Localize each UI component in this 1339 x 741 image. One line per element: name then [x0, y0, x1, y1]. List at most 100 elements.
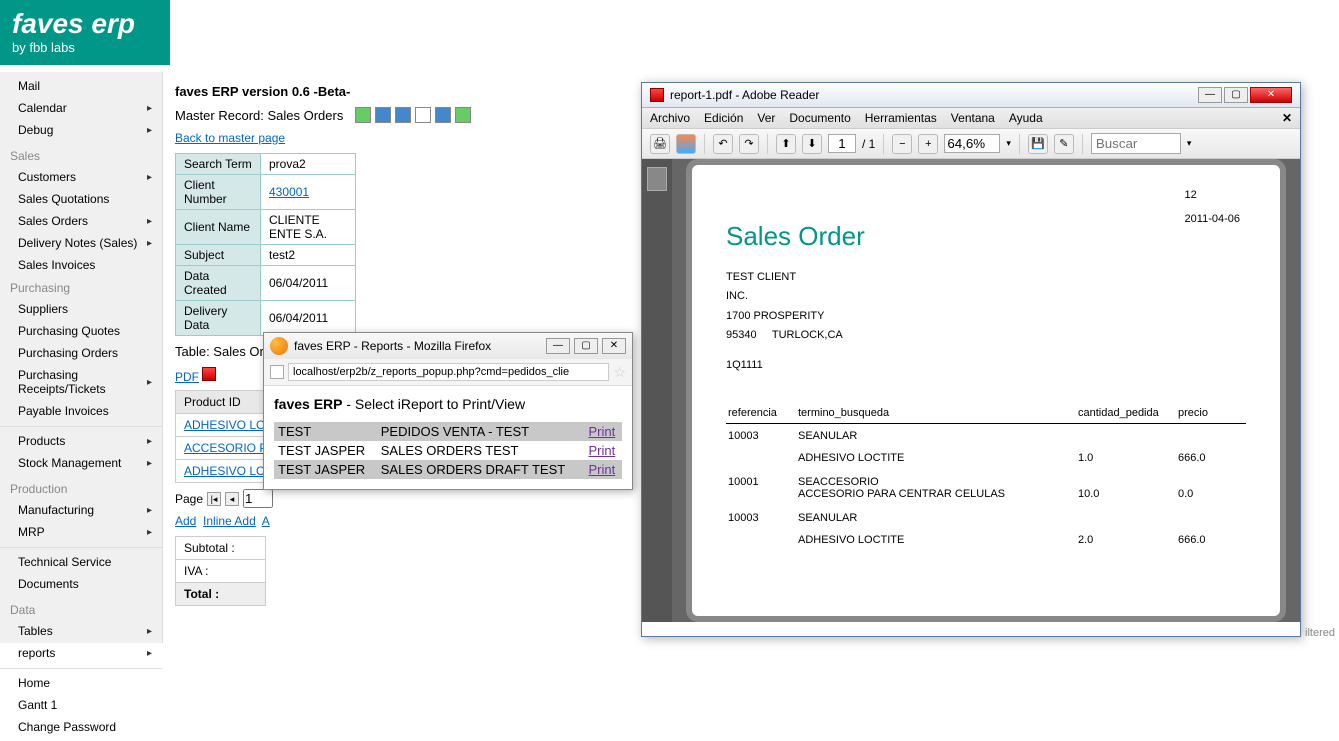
filtered-label: iltered	[1305, 627, 1335, 639]
menu-mrp[interactable]: MRP▸	[0, 521, 162, 543]
menu-manufacturing[interactable]: Manufacturing▸	[0, 499, 162, 521]
adobe-titlebar[interactable]: report-1.pdf - Adobe Reader — ▢ ✕	[642, 83, 1300, 108]
collab-icon[interactable]	[676, 134, 696, 154]
search-input[interactable]	[1091, 133, 1181, 154]
menu-stock[interactable]: Stock Management▸	[0, 452, 162, 474]
pager-input[interactable]	[243, 489, 273, 508]
menu-suppliers[interactable]: Suppliers	[0, 298, 162, 320]
menu-sales-invoices[interactable]: Sales Invoices	[0, 254, 162, 276]
firefox-title: faves ERP - Reports - Mozilla Firefox	[294, 339, 491, 353]
addr-line: 95340 TURLOCK,CA	[726, 328, 1246, 343]
menu-mail[interactable]: Mail	[0, 75, 162, 97]
menu-change-password[interactable]: Change Password	[0, 716, 162, 738]
page-down-icon[interactable]: ⬇	[802, 134, 822, 154]
menu-delivery-notes[interactable]: Delivery Notes (Sales)▸	[0, 232, 162, 254]
toolbar-icon[interactable]	[455, 107, 471, 123]
menu-tables[interactable]: Tables▸	[0, 620, 162, 642]
firefox-titlebar[interactable]: faves ERP - Reports - Mozilla Firefox — …	[264, 333, 632, 359]
heading-sales: Sales	[0, 144, 162, 166]
doc-title: Sales Order	[726, 221, 1246, 252]
menu-technical-service[interactable]: Technical Service	[0, 551, 162, 573]
a-link[interactable]: A	[262, 514, 270, 528]
toolbar-icon[interactable]	[435, 107, 451, 123]
report-table: TESTPEDIDOS VENTA - TESTPrint TEST JASPE…	[274, 422, 622, 479]
doc-close-icon[interactable]: ✕	[1282, 111, 1292, 125]
menu-customers[interactable]: Customers▸	[0, 166, 162, 188]
print-link[interactable]: Print	[585, 441, 623, 460]
logo-box: faves erp by fbb labs	[0, 0, 170, 65]
next-view-icon[interactable]: ↷	[739, 134, 759, 154]
toolbar-icon[interactable]	[375, 107, 391, 123]
client-number-link[interactable]: 430001	[269, 185, 309, 199]
chevron-right-icon: ▸	[147, 125, 152, 136]
print-link[interactable]: Print	[585, 460, 623, 479]
minimize-button[interactable]: —	[546, 338, 570, 354]
bookmark-icon[interactable]: ☆	[613, 364, 626, 381]
pager-prev[interactable]: ◂	[225, 492, 239, 506]
menu-ventana[interactable]: Ventana	[951, 111, 995, 125]
menu-archivo[interactable]: Archivo	[650, 111, 690, 125]
menu-purchasing-receipts[interactable]: Purchasing Receipts/Tickets▸	[0, 364, 162, 400]
addr-line: TEST CLIENT	[726, 270, 1246, 285]
save-icon[interactable]: 💾	[1028, 134, 1048, 154]
toolbar-icon[interactable]	[395, 107, 411, 123]
menu-herramientas[interactable]: Herramientas	[865, 111, 937, 125]
menu-purchasing-quotes[interactable]: Purchasing Quotes	[0, 320, 162, 342]
zoom-out-icon[interactable]: −	[892, 134, 912, 154]
pages-panel-icon[interactable]	[647, 167, 667, 191]
addr-line: INC.	[726, 289, 1246, 304]
doc-ref: 1Q1111	[726, 358, 1246, 373]
add-link[interactable]: Add	[175, 514, 196, 528]
page-icon	[270, 365, 284, 379]
print-icon[interactable]: 🖨	[650, 134, 670, 154]
zoom-input[interactable]	[944, 134, 1000, 153]
menu-calendar[interactable]: Calendar▸	[0, 97, 162, 119]
sign-icon[interactable]: ✎	[1054, 134, 1074, 154]
page-up-icon[interactable]: ⬆	[776, 134, 796, 154]
minimize-button[interactable]: —	[1198, 87, 1222, 103]
page-input[interactable]	[828, 134, 856, 153]
menu-edicion[interactable]: Edición	[704, 111, 743, 125]
menu-documento[interactable]: Documento	[789, 111, 850, 125]
menu-payable-invoices[interactable]: Payable Invoices	[0, 400, 162, 422]
popup-heading: faves ERP - Select iReport to Print/View	[274, 396, 622, 412]
menu-purchasing-orders[interactable]: Purchasing Orders	[0, 342, 162, 364]
toolbar-icon[interactable]	[355, 107, 371, 123]
inline-add-link[interactable]: Inline Add	[203, 514, 256, 528]
doc-lines-table: referencia termino_busqueda cantidad_ped…	[726, 403, 1246, 552]
heading-data: Data	[0, 598, 162, 620]
menu-products[interactable]: Products▸	[0, 430, 162, 452]
menu-sales-quotations[interactable]: Sales Quotations	[0, 188, 162, 210]
pdf-icon	[202, 367, 216, 381]
toolbar-icon[interactable]	[415, 107, 431, 123]
pdf-link[interactable]: PDF	[175, 370, 199, 384]
maximize-button[interactable]: ▢	[574, 338, 598, 354]
menu-reports[interactable]: reports▸	[0, 642, 162, 664]
page-total: / 1	[862, 137, 875, 151]
master-record-table: Search Termprova2 Client Number430001 Cl…	[175, 153, 356, 336]
addr-line: 1700 PROSPERITY	[726, 309, 1246, 324]
maximize-button[interactable]: ▢	[1224, 87, 1248, 103]
print-link[interactable]: Print	[585, 422, 623, 441]
doc-number: 12	[1185, 189, 1240, 201]
sidebar: Mail Calendar▸ Debug▸ Sales Customers▸ S…	[0, 72, 163, 643]
back-link[interactable]: Back to master page	[175, 131, 285, 145]
menu-ver[interactable]: Ver	[757, 111, 775, 125]
adobe-menubar: Archivo Edición Ver Documento Herramient…	[642, 108, 1300, 129]
pager-first[interactable]: |◂	[207, 492, 221, 506]
heading-purchasing: Purchasing	[0, 276, 162, 298]
close-button[interactable]: ✕	[602, 338, 626, 354]
adobe-sidebar	[642, 159, 672, 622]
zoom-in-icon[interactable]: +	[918, 134, 938, 154]
menu-sales-orders[interactable]: Sales Orders▸	[0, 210, 162, 232]
menu-ayuda[interactable]: Ayuda	[1009, 111, 1043, 125]
url-input[interactable]	[288, 363, 609, 381]
adobe-page-area[interactable]: 12 2011-04-06 Sales Order TEST CLIENT IN…	[672, 159, 1300, 622]
menu-debug[interactable]: Debug▸	[0, 119, 162, 141]
chevron-right-icon: ▸	[147, 103, 152, 114]
menu-home[interactable]: Home	[0, 672, 162, 694]
close-button[interactable]: ✕	[1250, 87, 1292, 103]
menu-documents[interactable]: Documents	[0, 573, 162, 595]
menu-gantt[interactable]: Gantt 1	[0, 694, 162, 716]
prev-view-icon[interactable]: ↶	[713, 134, 733, 154]
